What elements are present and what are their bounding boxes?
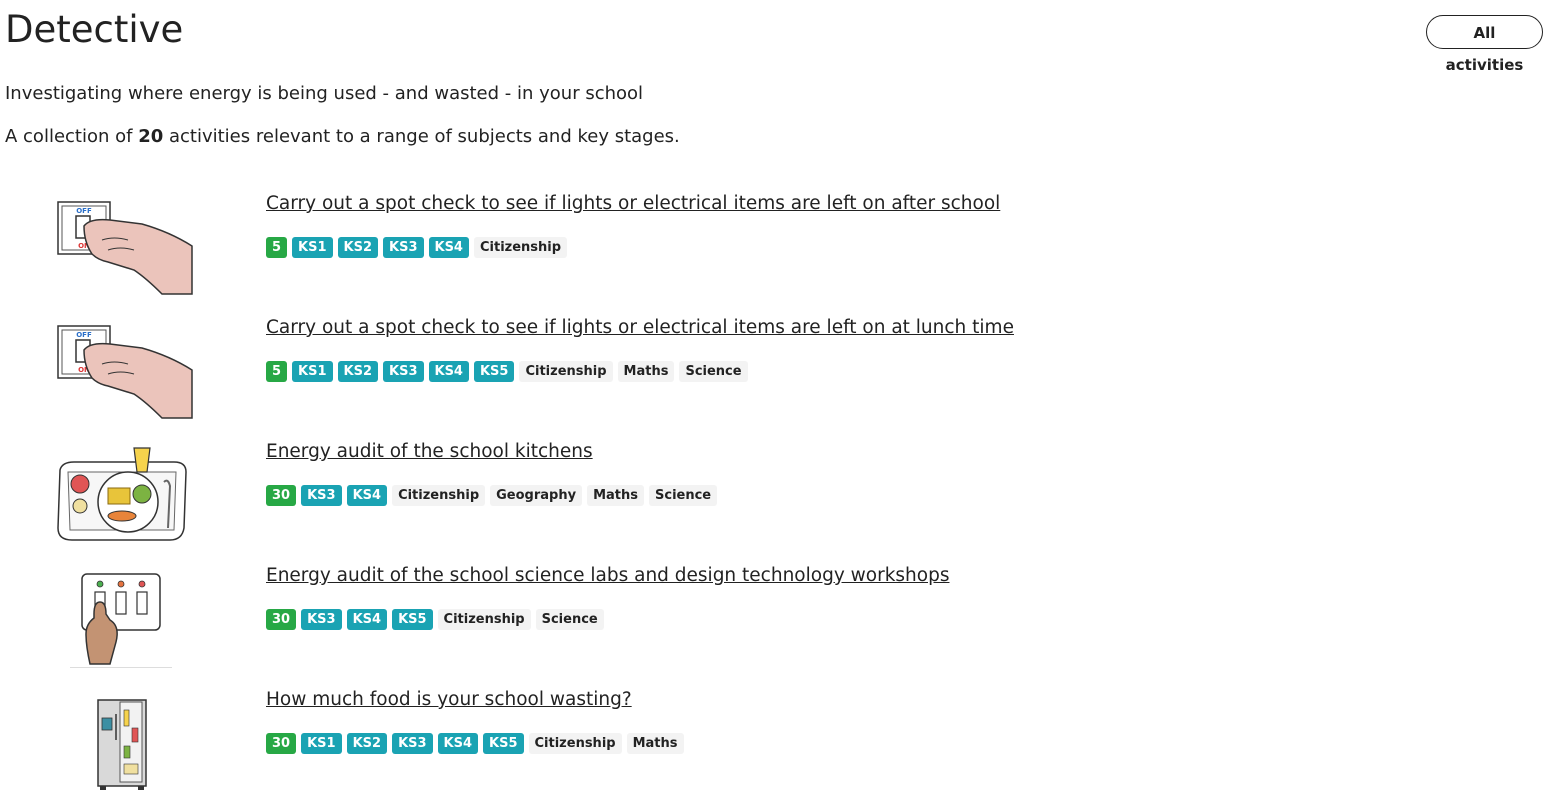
all-activities-button[interactable]: All activities [1426, 15, 1543, 74]
activity-link[interactable]: Carry out a spot check to see if lights … [266, 316, 1014, 340]
key-stage-badge: KS5 [392, 609, 433, 630]
count-prefix: A collection of [5, 126, 139, 147]
subject-badge: Maths [587, 485, 644, 506]
activity-link[interactable]: Carry out a spot check to see if lights … [266, 192, 1000, 216]
key-stage-badge: KS2 [337, 361, 379, 382]
time-badge: 30 [266, 609, 297, 630]
activity-item: OFF ON Carry out a spot check to see if … [0, 176, 1561, 300]
time-badge: 5 [266, 361, 288, 382]
key-stage-badge: KS4 [346, 609, 388, 630]
subject-badge: Science [535, 609, 604, 630]
key-stage-badge: KS4 [437, 733, 479, 754]
key-stage-badge: KS4 [428, 237, 469, 258]
key-stage-badge: KS3 [383, 361, 424, 382]
subject-badge: Maths [626, 733, 684, 754]
time-badge: 30 [266, 733, 297, 754]
activity-tags: 30 KS3 KS4 Citizenship Geography Maths S… [266, 485, 718, 506]
activity-link[interactable]: Energy audit of the school kitchens [266, 440, 593, 464]
lunch-tray-icon [57, 447, 187, 541]
activity-count: 20 [138, 126, 164, 147]
key-stage-badge: KS3 [383, 237, 424, 258]
switch-panel-hand-icon [70, 573, 172, 668]
subject-badge: Citizenship [528, 733, 622, 754]
activity-item: How much food is your school wasting? 30… [0, 672, 1561, 791]
fridge-icon [97, 699, 147, 790]
activity-tags: 30 KS3 KS4 KS5 Citizenship Science [266, 609, 604, 630]
subject-badge: Science [649, 485, 718, 506]
subject-badge: Citizenship [437, 609, 531, 630]
svg-text:OFF: OFF [76, 207, 92, 215]
page: Detective All activities Investigating w… [0, 0, 1561, 791]
key-stage-badge: KS4 [346, 485, 388, 506]
key-stage-badge: KS2 [337, 237, 379, 258]
svg-text:OFF: OFF [76, 331, 92, 339]
activity-tags: 5 KS1 KS2 KS3 KS4 KS5 Citizenship Maths … [266, 361, 748, 382]
activity-tags: 5 KS1 KS2 KS3 KS4 Citizenship [266, 237, 568, 258]
subject-badge: Geography [490, 485, 583, 506]
subject-badge: Citizenship [392, 485, 486, 506]
key-stage-badge: KS2 [346, 733, 388, 754]
time-badge: 5 [266, 237, 288, 258]
count-suffix: activities relevant to a range of subjec… [163, 126, 680, 147]
activity-count-text: A collection of 20 activities relevant t… [5, 125, 680, 149]
subject-badge: Science [679, 361, 748, 382]
key-stage-badge: KS1 [292, 237, 333, 258]
key-stage-badge: KS4 [428, 361, 469, 382]
subject-badge: Citizenship [473, 237, 568, 258]
activity-link[interactable]: How much food is your school wasting? [266, 688, 632, 712]
key-stage-badge: KS3 [392, 733, 433, 754]
activity-item: OFF ON Carry out a spot check to see if … [0, 300, 1561, 424]
activity-item: Energy audit of the school science labs … [0, 548, 1561, 672]
subject-badge: Citizenship [519, 361, 613, 382]
page-description: Investigating where energy is being used… [5, 83, 644, 104]
subject-badge: Maths [617, 361, 675, 382]
activity-tags: 30 KS1 KS2 KS3 KS4 KS5 Citizenship Maths [266, 733, 684, 754]
key-stage-badge: KS3 [301, 485, 342, 506]
key-stage-badge: KS3 [301, 609, 342, 630]
key-stage-badge: KS5 [473, 361, 515, 382]
activity-link[interactable]: Energy audit of the school science labs … [266, 564, 949, 588]
key-stage-badge: KS1 [292, 361, 333, 382]
key-stage-badge: KS5 [483, 733, 524, 754]
light-switch-hand-icon: OFF ON [57, 325, 193, 419]
light-switch-hand-icon: OFF ON [57, 201, 193, 295]
time-badge: 30 [266, 485, 297, 506]
key-stage-badge: KS1 [301, 733, 342, 754]
activity-item: Energy audit of the school kitchens 30 K… [0, 424, 1561, 548]
page-title: Detective [5, 8, 184, 51]
